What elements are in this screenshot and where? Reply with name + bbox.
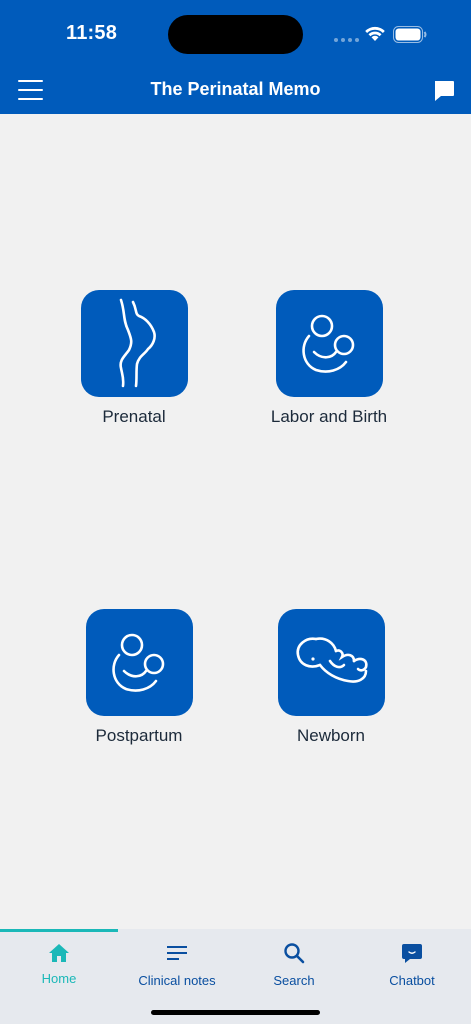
status-time: 11:58 (66, 22, 118, 44)
nav-search[interactable]: Search (235, 942, 353, 988)
category-label: Newborn (296, 726, 366, 745)
chat-icon (353, 942, 471, 964)
category-icon-box (277, 609, 385, 716)
category-label: Prenatal (102, 407, 166, 426)
wifi-icon (365, 26, 385, 41)
category-postpartum[interactable]: Postpartum (69, 609, 209, 746)
cellular-signal-icon (334, 38, 359, 42)
page-title: The Perinatal Memo (150, 79, 321, 99)
dynamic-island (168, 15, 303, 54)
app-header: 11:58 The Perinatal Memo (0, 0, 471, 114)
category-icon-box (275, 290, 383, 397)
mother-baby-icon (301, 314, 354, 373)
nav-home[interactable]: Home (0, 942, 118, 986)
active-tab-indicator (0, 929, 118, 932)
category-labor-and-birth[interactable]: Labor and Birth (259, 290, 399, 427)
battery-icon (393, 26, 427, 43)
nav-label: Search (273, 973, 315, 988)
nav-label: Chatbot (389, 973, 435, 988)
chat-bubble-icon[interactable] (432, 79, 456, 103)
nav-label: Clinical notes (138, 973, 216, 988)
search-icon (235, 942, 353, 964)
category-newborn[interactable]: Newborn (261, 609, 401, 746)
category-label: Labor and Birth (270, 407, 388, 426)
category-icon-box (85, 609, 193, 716)
mother-baby-icon (111, 633, 164, 692)
home-indicator (151, 1010, 320, 1015)
home-icon (0, 942, 118, 964)
nav-chatbot[interactable]: Chatbot (353, 942, 471, 988)
notes-icon (118, 942, 236, 964)
nav-label: Home (41, 971, 77, 986)
pregnant-silhouette-icon (118, 298, 156, 388)
newborn-icon (295, 637, 368, 683)
category-icon-box (80, 290, 188, 397)
nav-clinical-notes[interactable]: Clinical notes (118, 942, 236, 988)
category-prenatal[interactable]: Prenatal (64, 290, 204, 427)
category-label: Postpartum (95, 726, 183, 745)
